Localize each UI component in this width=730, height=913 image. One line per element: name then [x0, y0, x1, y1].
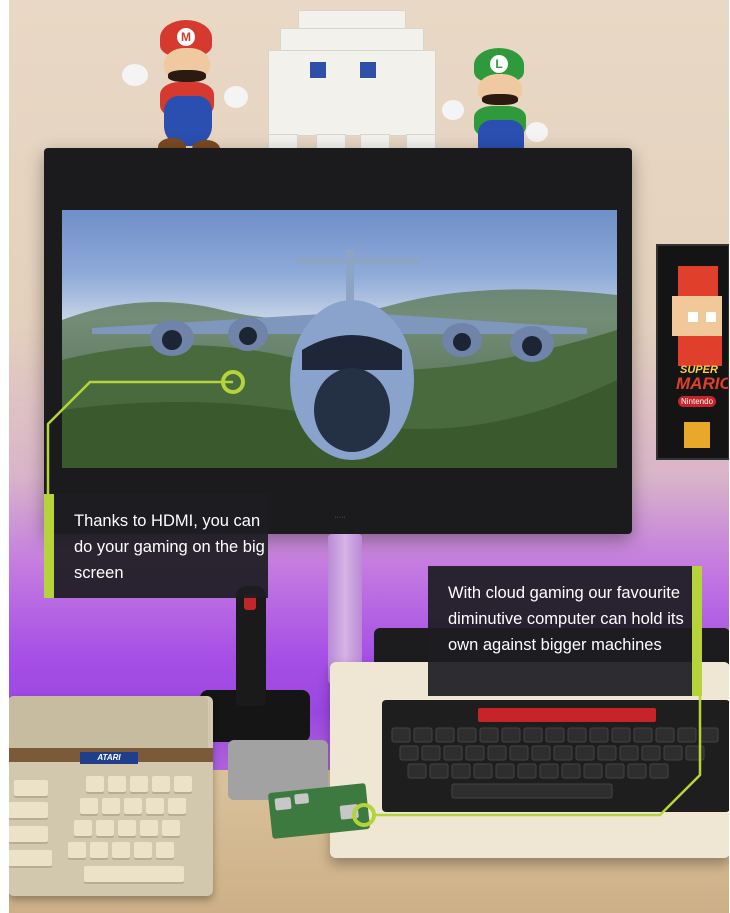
callout-hdmi-line: [46, 380, 233, 494]
callout-connectors: [46, 370, 702, 827]
callout-cloud-text: With cloud gaming our favourite diminuti…: [448, 584, 684, 654]
callout-hdmi-accent-bar: [44, 494, 54, 598]
circle-marker-icon: [352, 803, 376, 827]
callout-hdmi-text: Thanks to HDMI, you can do your gaming o…: [74, 512, 265, 582]
callout-cloud-accent-bar: [692, 566, 702, 696]
photo-scene: M L SUPER MARIO Nintendo ····· ATARI Tha…: [0, 0, 730, 913]
callout-hdmi: Thanks to HDMI, you can do your gaming o…: [54, 494, 268, 598]
callout-cloud-gaming: With cloud gaming our favourite diminuti…: [428, 566, 694, 696]
callout-cloud-line: [372, 696, 702, 817]
